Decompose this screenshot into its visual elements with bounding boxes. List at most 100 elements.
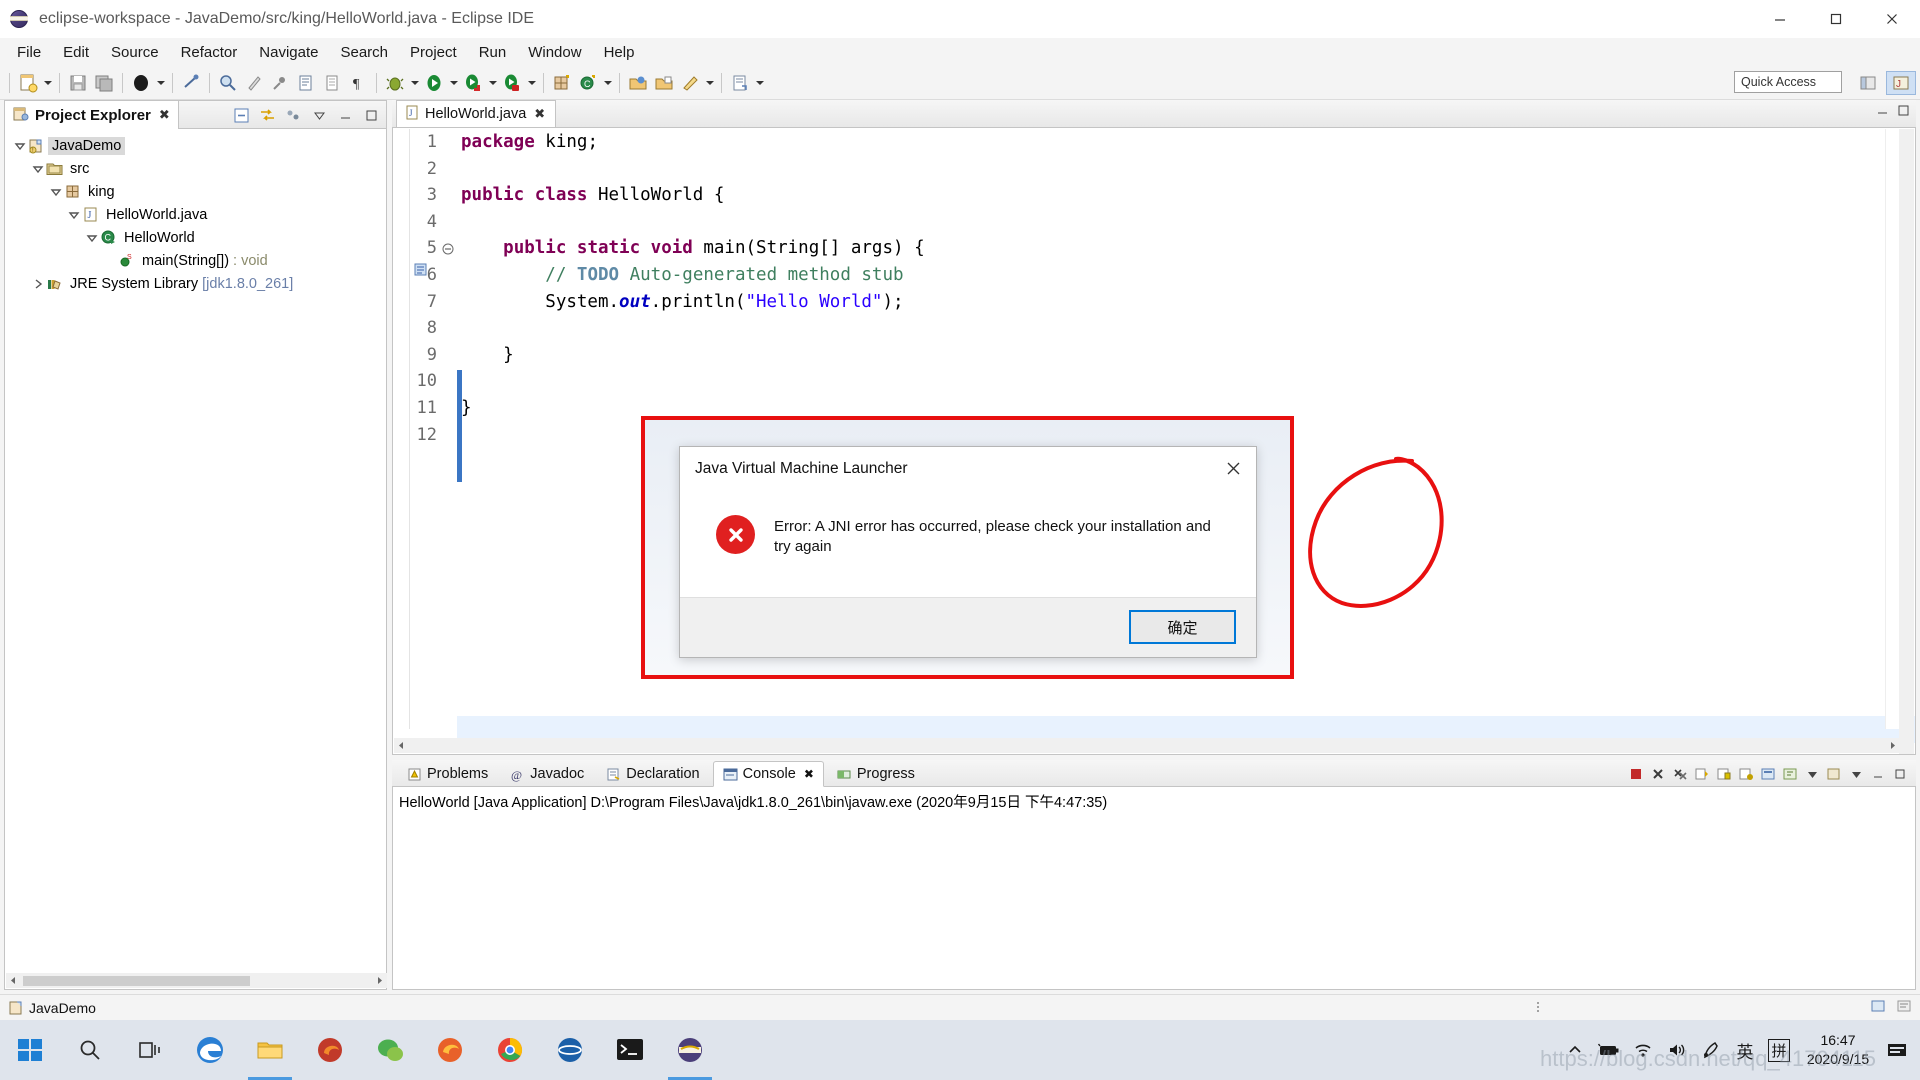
firefox-quantum-button[interactable] (300, 1020, 360, 1080)
code-line[interactable]: // TODO Auto-generated method stub (461, 262, 925, 289)
menu-help[interactable]: Help (593, 41, 646, 64)
scroll-left-icon[interactable] (394, 738, 409, 753)
firefox-button[interactable] (420, 1020, 480, 1080)
print-dropdown-icon[interactable] (154, 70, 167, 96)
project-explorer-hscrollbar[interactable] (6, 973, 387, 988)
open-perspective-icon[interactable] (727, 70, 753, 96)
menu-run[interactable]: Run (468, 41, 518, 64)
tree-twisty[interactable] (31, 162, 45, 176)
menu-window[interactable]: Window (517, 41, 592, 64)
run-last-dropdown-icon[interactable] (525, 70, 538, 96)
display-selected-console-icon[interactable] (1758, 763, 1778, 785)
debug-dropdown-icon[interactable] (408, 70, 421, 96)
run-icon[interactable] (421, 70, 447, 96)
close-icon[interactable]: ✖ (159, 107, 170, 123)
tree-item-helloworld-java[interactable]: J HelloWorld.java (5, 203, 386, 226)
run-last-tool-icon[interactable] (499, 70, 525, 96)
remove-launch-icon[interactable] (1648, 763, 1668, 785)
clear-console-icon[interactable] (1692, 763, 1712, 785)
tree-twisty[interactable] (49, 185, 63, 199)
menu-edit[interactable]: Edit (52, 41, 100, 64)
tree-twisty[interactable] (13, 139, 27, 153)
start-button[interactable] (0, 1020, 60, 1080)
print-icon[interactable] (128, 70, 154, 96)
file-explorer-button[interactable] (240, 1020, 300, 1080)
open-perspective-button[interactable] (1853, 71, 1883, 95)
tree-twisty[interactable] (31, 277, 45, 291)
new-class-icon[interactable]: C (575, 70, 601, 96)
menu-source[interactable]: Source (100, 41, 170, 64)
tab-javadoc[interactable]: @ Javadoc (501, 761, 593, 787)
minimize-editor-icon[interactable] (1876, 104, 1889, 120)
netease-button[interactable] (540, 1020, 600, 1080)
search-button[interactable] (60, 1020, 120, 1080)
tab-project-explorer[interactable]: Project Explorer ✖ (5, 101, 179, 129)
scroll-right-icon[interactable] (372, 973, 387, 988)
tree-item-main-string[interactable]: Smain(String[]) : void (5, 249, 386, 272)
pin-console-icon[interactable] (1736, 763, 1756, 785)
code-line[interactable] (461, 156, 925, 183)
next-annotation-icon[interactable] (293, 70, 319, 96)
code-line[interactable]: package king; (461, 129, 925, 156)
java-perspective-button[interactable]: J (1886, 71, 1916, 95)
code-line[interactable] (461, 368, 925, 395)
tab-helloworld-java[interactable]: J HelloWorld.java ✖ (396, 100, 557, 127)
close-icon[interactable]: ✖ (804, 767, 814, 781)
ok-button[interactable]: 确定 (1129, 610, 1236, 644)
terminal-button[interactable] (600, 1020, 660, 1080)
tab-problems[interactable]: Problems (398, 761, 497, 787)
minimize-console-icon[interactable] (1868, 763, 1888, 785)
notification-icon[interactable] (1880, 1020, 1914, 1080)
save-icon[interactable] (65, 70, 91, 96)
collapse-all-icon[interactable] (230, 104, 252, 126)
open-task-icon[interactable] (651, 70, 677, 96)
tree-item-king[interactable]: king (5, 180, 386, 203)
tree-item-jre-system-library[interactable]: JRE System Library [jdk1.8.0_261] (5, 272, 386, 295)
menu-file[interactable]: File (6, 41, 52, 64)
menu-refactor[interactable]: Refactor (170, 41, 249, 64)
editor-hscrollbar[interactable] (394, 738, 1900, 753)
scroll-lock-icon[interactable] (1714, 763, 1734, 785)
view-menu-icon[interactable] (282, 104, 304, 126)
tab-progress[interactable]: Progress (828, 761, 924, 787)
minimize-view-icon[interactable] (334, 104, 356, 126)
previous-annotation-icon[interactable] (319, 70, 345, 96)
code-line[interactable] (461, 209, 925, 236)
maximize-view-icon[interactable] (360, 104, 382, 126)
terminate-icon[interactable] (1626, 763, 1646, 785)
minimize-button[interactable] (1752, 0, 1808, 38)
scroll-right-icon[interactable] (1885, 738, 1900, 753)
code-line[interactable]: System.out.println("Hello World"); (461, 289, 925, 316)
tree-item-helloworld[interactable]: C HelloWorld (5, 226, 386, 249)
debug-icon[interactable] (382, 70, 408, 96)
search-icon[interactable] (215, 70, 241, 96)
code-line[interactable]: public class HelloWorld { (461, 182, 925, 209)
pin-dropdown-icon[interactable] (703, 70, 716, 96)
tab-console[interactable]: Console ✖ (712, 761, 824, 787)
tree-item-src[interactable]: src (5, 157, 386, 180)
tree-twisty[interactable] (67, 208, 81, 222)
console-output[interactable]: HelloWorld [Java Application] D:\Program… (392, 787, 1916, 990)
pin-editor-icon[interactable] (677, 70, 703, 96)
maximize-console-icon[interactable] (1890, 763, 1910, 785)
menu-navigate[interactable]: Navigate (248, 41, 329, 64)
menu-search[interactable]: Search (329, 41, 399, 64)
wechat-button[interactable] (360, 1020, 420, 1080)
save-all-icon[interactable] (91, 70, 117, 96)
menu-project[interactable]: Project (399, 41, 468, 64)
new-console-view-icon[interactable] (1824, 763, 1844, 785)
quick-access-marker-icon[interactable] (267, 70, 293, 96)
eclipse-button[interactable] (660, 1020, 720, 1080)
quick-access-input[interactable]: Quick Access (1734, 71, 1842, 93)
new-console-dropdown-icon[interactable] (1846, 763, 1866, 785)
perspective-dropdown-icon[interactable] (753, 70, 766, 96)
tree-twisty[interactable] (85, 231, 99, 245)
open-console-icon[interactable] (1780, 763, 1800, 785)
external-tools-dropdown-icon[interactable] (486, 70, 499, 96)
task-view-button[interactable] (120, 1020, 180, 1080)
tree-item-javademo[interactable]: ! JavaDemo (5, 134, 386, 157)
tree-twisty[interactable] (103, 254, 117, 268)
run-external-tools-icon[interactable] (460, 70, 486, 96)
fold-collapse-icon[interactable] (440, 236, 456, 262)
new-package-icon[interactable] (549, 70, 575, 96)
